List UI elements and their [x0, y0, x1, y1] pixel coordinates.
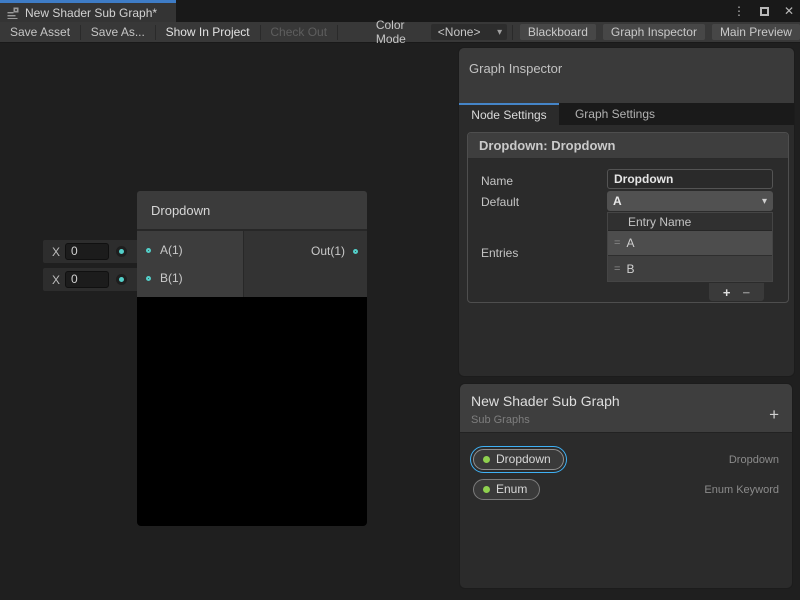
property-pill: Enum [473, 479, 540, 500]
blackboard-panel: New Shader Sub Graph Sub Graphs + Dropdo… [459, 383, 793, 589]
default-dropdown[interactable]: A ▾ [607, 191, 773, 211]
node-settings-box: Dropdown: Dropdown Name Dropdown Default… [467, 132, 789, 303]
color-dot-icon [483, 456, 490, 463]
graph-toolbar: Save Asset Save As... Show In Project Ch… [0, 22, 800, 43]
blackboard-item-row: Dropdown Dropdown [460, 446, 792, 474]
drag-handle-icon[interactable]: = [614, 237, 619, 249]
add-entry-button[interactable]: + [723, 285, 731, 300]
axis-label: X [52, 273, 60, 287]
widget-port-dot-icon[interactable] [116, 246, 127, 257]
save-asset-button[interactable]: Save Asset [0, 22, 80, 42]
inspector-title: Graph Inspector [459, 48, 794, 76]
tab-title: New Shader Sub Graph* [25, 6, 157, 20]
number-field[interactable]: 0 [65, 271, 109, 288]
blackboard-subtitle: Sub Graphs [471, 414, 530, 426]
inspector-header: Graph Inspector [459, 48, 794, 103]
name-field[interactable]: Dropdown [607, 169, 773, 189]
port-value-widget-a: X 0 [43, 240, 139, 263]
maximize-icon[interactable] [760, 7, 769, 16]
axis-label: X [52, 245, 60, 259]
color-mode-dropdown[interactable]: <None> ▾ [431, 24, 507, 40]
shader-graph-window: New Shader Sub Graph* ⋮ ✕ Save Asset Sav… [0, 0, 800, 600]
show-in-project-button[interactable]: Show In Project [156, 22, 260, 42]
input-port-row: B(1) [137, 264, 243, 292]
tab-node-settings[interactable]: Node Settings [459, 103, 559, 125]
more-icon[interactable]: ⋮ [733, 0, 745, 22]
input-port-a-label: A(1) [160, 243, 183, 257]
blackboard-toggle-button[interactable]: Blackboard [520, 24, 596, 40]
entry-row-b[interactable]: = B [608, 256, 772, 281]
dropdown-node[interactable]: Dropdown A(1) B(1) Out(1) [137, 191, 367, 526]
output-port-row: Out(1) [244, 237, 367, 265]
save-as-button[interactable]: Save As... [81, 22, 155, 42]
blackboard-item-dropdown[interactable]: Dropdown [470, 446, 567, 473]
blackboard-title: New Shader Sub Graph [471, 393, 620, 409]
property-name: Enum [496, 482, 527, 496]
default-value: A [613, 194, 622, 208]
color-mode-label: Color Mode [368, 18, 431, 46]
entry-name: A [626, 236, 634, 250]
window-controls: ⋮ ✕ [733, 0, 794, 22]
blackboard-header: New Shader Sub Graph Sub Graphs + [460, 384, 792, 433]
remove-entry-button[interactable]: − [743, 285, 751, 300]
tab-graph-settings[interactable]: Graph Settings [559, 103, 671, 125]
input-port-a[interactable] [146, 248, 151, 253]
entries-list: Entry Name = A = B [607, 212, 773, 282]
node-title: Dropdown [151, 203, 210, 218]
graph-inspector-toggle-button[interactable]: Graph Inspector [603, 24, 705, 40]
name-label: Name [481, 174, 513, 188]
drag-handle-icon[interactable]: = [614, 263, 619, 275]
property-type-label: Enum Keyword [704, 476, 779, 504]
document-tab[interactable]: New Shader Sub Graph* [0, 0, 176, 22]
widget-port-dot-icon[interactable] [116, 274, 127, 285]
node-settings-header: Dropdown: Dropdown [468, 133, 788, 159]
input-port-row: A(1) [137, 236, 243, 264]
main-preview-toggle-button[interactable]: Main Preview [712, 24, 800, 40]
default-label: Default [481, 195, 519, 209]
number-field[interactable]: 0 [65, 243, 109, 260]
subgraph-icon [7, 7, 19, 19]
node-title-bar[interactable]: Dropdown [137, 191, 367, 231]
port-value-widget-b: X 0 [43, 268, 139, 291]
property-pill: Dropdown [473, 449, 564, 470]
add-property-button[interactable]: + [769, 406, 779, 423]
caret-down-icon: ▾ [497, 27, 502, 38]
check-out-button: Check Out [260, 22, 337, 42]
output-port-label: Out(1) [311, 244, 345, 258]
color-dot-icon [483, 486, 490, 493]
entry-name: B [626, 262, 634, 276]
toolbar-separator [512, 25, 513, 40]
blackboard-item-row: Enum Enum Keyword [460, 476, 792, 504]
graph-inspector-panel: Graph Inspector Node Settings Graph Sett… [458, 47, 795, 377]
property-type-label: Dropdown [729, 446, 779, 474]
property-name: Dropdown [496, 452, 551, 466]
caret-down-icon: ▾ [762, 196, 767, 207]
blackboard-item-enum[interactable]: Enum [470, 476, 543, 503]
node-preview [137, 297, 367, 526]
node-body: A(1) B(1) Out(1) [137, 231, 367, 297]
entries-column-header: Entry Name [608, 213, 772, 231]
inspector-tabs: Node Settings Graph Settings [459, 103, 794, 125]
input-port-b-label: B(1) [160, 271, 183, 285]
output-port[interactable] [353, 249, 358, 254]
color-mode-value: <None> [438, 25, 481, 39]
toolbar-separator [337, 25, 338, 40]
close-icon[interactable]: ✕ [784, 0, 794, 22]
input-port-b[interactable] [146, 276, 151, 281]
entry-row-a[interactable]: = A [608, 231, 772, 256]
node-output-column: Out(1) [244, 231, 367, 297]
entries-list-footer: + − [709, 283, 764, 301]
node-input-column: A(1) B(1) [137, 231, 244, 297]
entries-label: Entries [481, 246, 518, 260]
